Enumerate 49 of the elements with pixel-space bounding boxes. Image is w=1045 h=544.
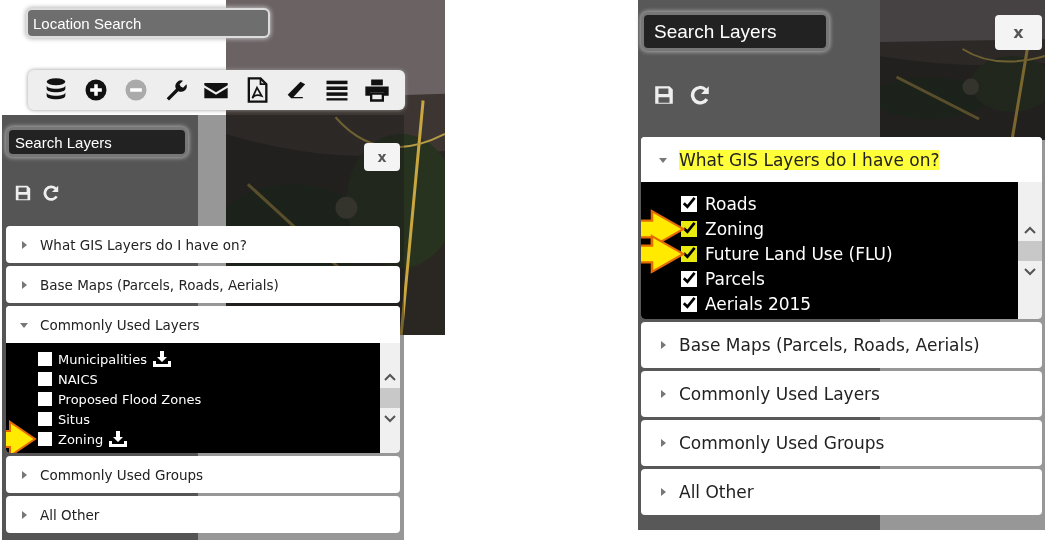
checkbox[interactable] xyxy=(38,432,52,446)
caret-icon xyxy=(659,488,667,496)
caret-icon xyxy=(20,280,28,289)
caret-icon xyxy=(20,240,28,249)
caret-icon xyxy=(659,155,667,164)
layer-label: Municipalities xyxy=(58,351,147,367)
layer-label: Aerials 2015 xyxy=(705,293,812,314)
chevron-down-icon[interactable] xyxy=(383,414,397,424)
caret-icon xyxy=(20,320,28,329)
scrollbar[interactable] xyxy=(1018,182,1042,319)
layer-label: Zoning xyxy=(705,218,765,239)
layer-label: Proposed Flood Zones xyxy=(58,391,202,407)
chevron-down-icon[interactable] xyxy=(1023,266,1037,277)
checkbox[interactable] xyxy=(681,295,697,312)
caret-icon xyxy=(659,439,667,447)
chevron-up-icon[interactable] xyxy=(383,372,397,382)
layer-label: Situs xyxy=(58,411,90,427)
save-icon[interactable] xyxy=(14,184,32,202)
close-button[interactable]: x xyxy=(995,15,1042,50)
caret-icon xyxy=(659,390,667,398)
caret-icon xyxy=(20,510,28,519)
search-layers-field[interactable]: Search Layers xyxy=(644,15,826,48)
checkbox[interactable] xyxy=(681,220,697,237)
checkbox[interactable] xyxy=(38,392,52,406)
chevron-up-icon[interactable] xyxy=(1023,224,1037,235)
caret-icon xyxy=(659,341,667,349)
checkbox[interactable] xyxy=(38,372,52,386)
scrollbar-thumb[interactable] xyxy=(380,388,400,408)
layer-label: Parcels xyxy=(705,268,765,289)
layer-label: Zoning xyxy=(58,431,104,447)
location-search-field[interactable]: Location Search xyxy=(28,10,268,36)
search-layers-field[interactable]: Search Layers xyxy=(9,130,185,154)
checkbox[interactable] xyxy=(38,352,52,366)
checkbox[interactable] xyxy=(681,195,697,212)
download-icon[interactable] xyxy=(153,351,171,367)
close-button[interactable]: x xyxy=(364,143,400,171)
save-icon[interactable] xyxy=(653,84,675,106)
layer-label: Future Land Use (FLU) xyxy=(705,243,893,264)
checkbox[interactable] xyxy=(681,270,697,287)
checkbox[interactable] xyxy=(681,245,697,262)
download-icon[interactable] xyxy=(109,431,128,447)
scrollbar[interactable] xyxy=(380,343,400,453)
checkbox[interactable] xyxy=(38,412,52,426)
scrollbar-thumb[interactable] xyxy=(1018,240,1042,261)
layer-label: NAICS xyxy=(58,371,98,387)
layer-label: Roads xyxy=(705,193,757,214)
refresh-icon[interactable] xyxy=(689,84,711,106)
refresh-icon[interactable] xyxy=(42,184,60,202)
caret-icon xyxy=(20,470,28,479)
